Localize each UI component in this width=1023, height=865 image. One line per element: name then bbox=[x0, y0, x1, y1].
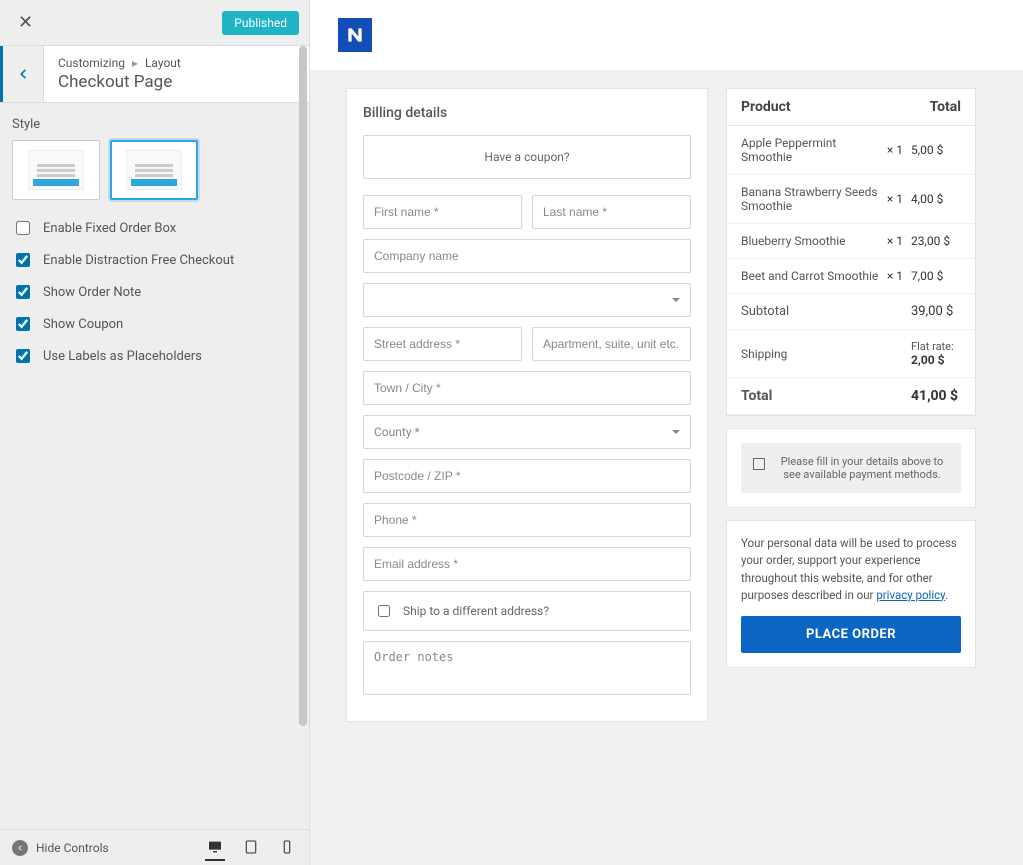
town-input[interactable] bbox=[363, 371, 691, 405]
checkbox[interactable] bbox=[16, 317, 30, 331]
shipping-method: Flat rate: bbox=[911, 340, 954, 353]
order-item-qty: × 1 bbox=[887, 192, 903, 206]
last-name-input[interactable] bbox=[532, 195, 691, 229]
privacy-policy-link[interactable]: privacy policy bbox=[876, 588, 945, 602]
place-order-card: Your personal data will be used to proce… bbox=[726, 520, 976, 668]
order-item-price: 23,00 $ bbox=[911, 234, 961, 248]
apartment-input[interactable] bbox=[532, 327, 691, 361]
subtotal-value: 39,00 $ bbox=[911, 304, 961, 319]
customizer-panel: ✕ Published Customizing ▸ Layout Checkou… bbox=[0, 0, 310, 865]
order-item-name: Blueberry Smoothie bbox=[741, 234, 879, 248]
panel-scrollbar[interactable] bbox=[299, 46, 307, 829]
option-label: Show Coupon bbox=[43, 317, 123, 332]
total-label: Total bbox=[741, 388, 911, 404]
ship-different-toggle[interactable]: Ship to a different address? bbox=[363, 591, 691, 631]
device-desktop[interactable] bbox=[205, 835, 225, 861]
billing-card: Billing details Have a coupon? County * bbox=[346, 88, 708, 722]
order-subtotal: Subtotal 39,00 $ bbox=[727, 294, 975, 330]
chevron-left-icon bbox=[16, 67, 30, 81]
device-mobile[interactable] bbox=[277, 835, 297, 861]
order-header-total: Total bbox=[930, 99, 961, 115]
order-line: Beet and Carrot Smoothie × 1 7,00 $ bbox=[727, 259, 975, 294]
subtotal-label: Subtotal bbox=[741, 304, 911, 319]
payment-notice-text: Please fill in your details above to see… bbox=[775, 455, 949, 481]
option-label: Enable Fixed Order Box bbox=[43, 221, 176, 236]
back-button[interactable] bbox=[0, 46, 44, 102]
order-item-price: 5,00 $ bbox=[911, 143, 961, 157]
first-name-input[interactable] bbox=[363, 195, 522, 229]
order-shipping: Shipping Flat rate: 2,00 $ bbox=[727, 330, 975, 378]
order-item-name: Banana Strawberry Seeds Smoothie bbox=[741, 185, 879, 213]
style-section-label: Style bbox=[12, 117, 297, 132]
shipping-price: 2,00 $ bbox=[911, 353, 944, 367]
hide-controls-button[interactable]: Hide Controls bbox=[12, 840, 109, 856]
option-show-coupon[interactable]: Show Coupon bbox=[12, 314, 297, 334]
order-item-qty: × 1 bbox=[887, 234, 903, 248]
preview-pane: Billing details Have a coupon? County * bbox=[310, 0, 1023, 865]
order-summary-card: Product Total Apple Peppermint Smoothie … bbox=[726, 88, 976, 416]
breadcrumb: Customizing ▸ Layout bbox=[58, 56, 295, 70]
tablet-icon bbox=[243, 839, 259, 855]
chevron-left-icon bbox=[16, 844, 24, 852]
breadcrumb-root: Customizing bbox=[58, 56, 125, 70]
shipping-label: Shipping bbox=[741, 347, 911, 361]
close-icon[interactable]: ✕ bbox=[10, 12, 41, 33]
order-line: Apple Peppermint Smoothie × 1 5,00 $ bbox=[727, 126, 975, 175]
option-labels-placeholders[interactable]: Use Labels as Placeholders bbox=[12, 346, 297, 366]
option-show-order-note[interactable]: Show Order Note bbox=[12, 282, 297, 302]
checkbox[interactable] bbox=[16, 253, 30, 267]
billing-title: Billing details bbox=[363, 105, 691, 121]
order-item-price: 7,00 $ bbox=[911, 269, 961, 283]
info-icon bbox=[753, 458, 765, 470]
ship-different-label: Ship to a different address? bbox=[403, 604, 549, 618]
checkbox[interactable] bbox=[16, 349, 30, 363]
order-line: Banana Strawberry Seeds Smoothie × 1 4,0… bbox=[727, 175, 975, 224]
county-placeholder: County * bbox=[374, 425, 420, 439]
postcode-input[interactable] bbox=[363, 459, 691, 493]
published-button[interactable]: Published bbox=[222, 11, 299, 35]
order-line: Blueberry Smoothie × 1 23,00 $ bbox=[727, 224, 975, 259]
email-input[interactable] bbox=[363, 547, 691, 581]
total-value: 41,00 $ bbox=[911, 388, 961, 404]
option-fixed-order-box[interactable]: Enable Fixed Order Box bbox=[12, 218, 297, 238]
order-item-qty: × 1 bbox=[887, 143, 903, 157]
checkbox[interactable] bbox=[378, 605, 390, 617]
option-distraction-free[interactable]: Enable Distraction Free Checkout bbox=[12, 250, 297, 270]
payment-notice-card: Please fill in your details above to see… bbox=[726, 428, 976, 508]
page-title: Checkout Page bbox=[58, 72, 295, 92]
layout-thumb-centered[interactable] bbox=[110, 140, 198, 200]
country-select[interactable] bbox=[363, 283, 691, 317]
county-select[interactable]: County * bbox=[363, 415, 691, 449]
site-logo[interactable] bbox=[338, 18, 372, 52]
order-header-product: Product bbox=[741, 99, 791, 115]
desktop-icon bbox=[207, 839, 223, 855]
order-item-qty: × 1 bbox=[887, 269, 903, 283]
order-item-name: Beet and Carrot Smoothie bbox=[741, 269, 879, 283]
option-label: Use Labels as Placeholders bbox=[43, 349, 202, 364]
option-label: Show Order Note bbox=[43, 285, 141, 300]
device-tablet[interactable] bbox=[241, 835, 261, 861]
checkbox[interactable] bbox=[16, 221, 30, 235]
layout-thumb-standard[interactable] bbox=[12, 140, 100, 200]
place-order-button[interactable]: PLACE ORDER bbox=[741, 616, 961, 653]
order-notes-input[interactable] bbox=[363, 641, 691, 695]
coupon-toggle[interactable]: Have a coupon? bbox=[363, 135, 691, 179]
mobile-icon bbox=[279, 839, 295, 855]
order-item-name: Apple Peppermint Smoothie bbox=[741, 136, 879, 164]
company-input[interactable] bbox=[363, 239, 691, 273]
privacy-text: Your personal data will be used to proce… bbox=[741, 535, 961, 604]
checkbox[interactable] bbox=[16, 285, 30, 299]
order-item-price: 4,00 $ bbox=[911, 192, 961, 206]
logo-icon bbox=[345, 25, 365, 45]
order-total: Total 41,00 $ bbox=[727, 378, 975, 415]
street-input[interactable] bbox=[363, 327, 522, 361]
hide-controls-label: Hide Controls bbox=[36, 841, 109, 855]
breadcrumb-parent: Layout bbox=[145, 56, 181, 70]
option-label: Enable Distraction Free Checkout bbox=[43, 253, 234, 268]
phone-input[interactable] bbox=[363, 503, 691, 537]
